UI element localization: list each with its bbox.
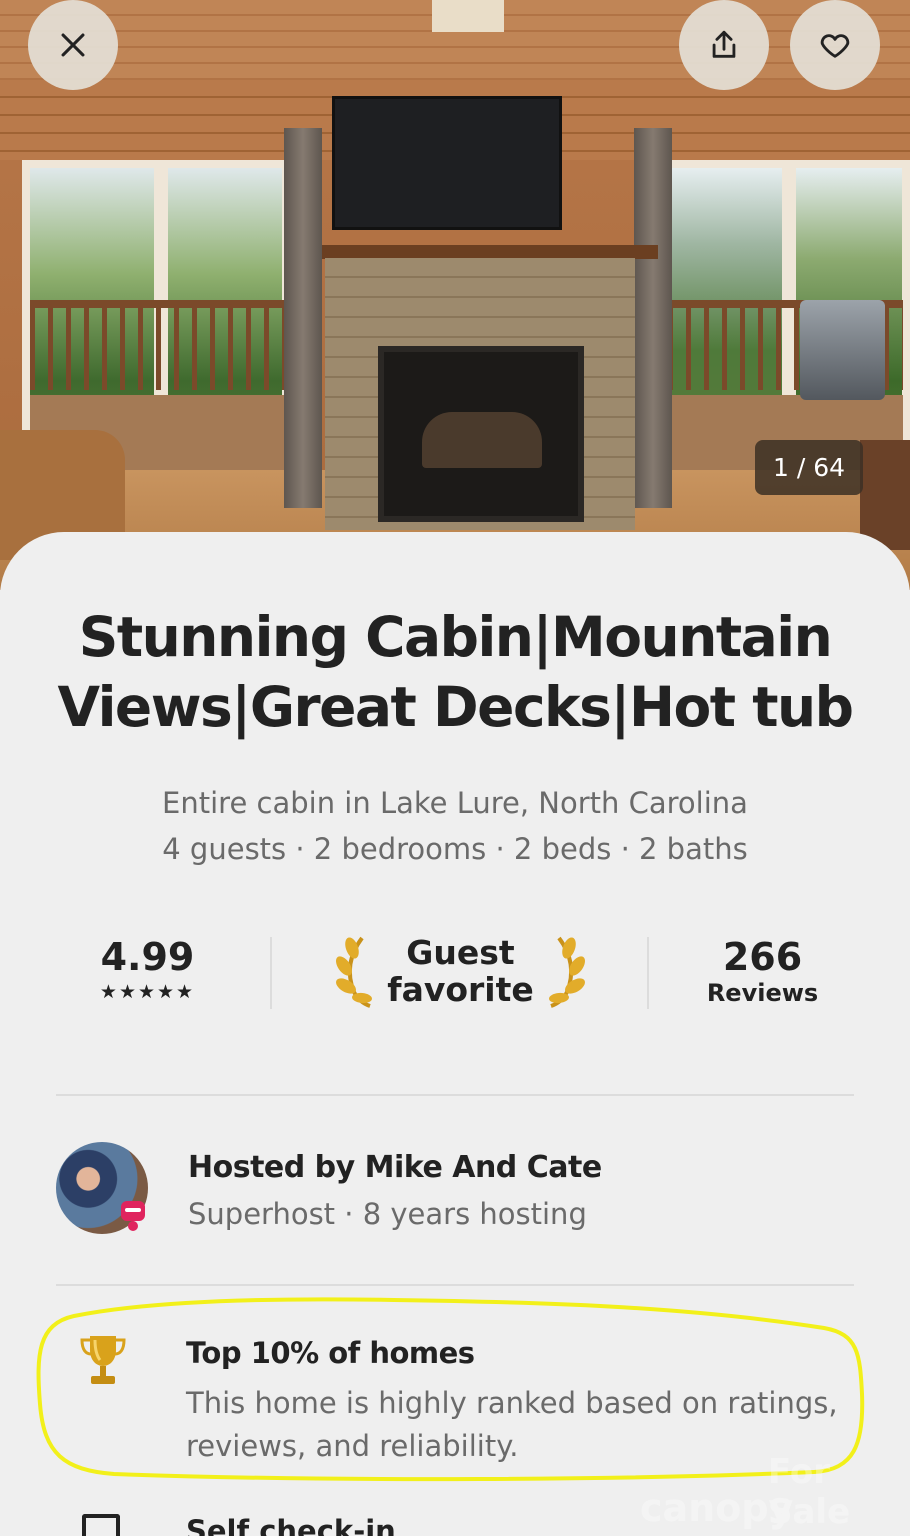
close-button[interactable]	[28, 0, 118, 90]
reviews-count: 266	[722, 935, 803, 979]
laurel-icon	[336, 936, 372, 1008]
photo-antler-decor	[432, 0, 504, 32]
host-name: Hosted by Mike And Cate	[188, 1150, 602, 1185]
close-icon	[61, 33, 85, 57]
highlight-title: Self check-in	[186, 1514, 396, 1536]
listing-photo[interactable]: 1 / 64	[0, 0, 910, 590]
photo-curtain	[634, 128, 672, 508]
superhost-badge-icon	[121, 1201, 145, 1231]
share-icon	[712, 30, 736, 58]
reviews-label: Reviews	[706, 979, 819, 1007]
listing-location: Entire cabin in Lake Lure, North Carolin…	[162, 786, 748, 820]
guest-favorite-line2: favorite	[387, 970, 534, 1009]
divider	[647, 937, 649, 1009]
reviews-stat[interactable]: 266 Reviews	[690, 935, 835, 1007]
divider	[56, 1094, 854, 1096]
heart-icon	[820, 34, 850, 58]
photo-firebox	[378, 346, 584, 522]
favorite-button[interactable]	[790, 0, 880, 90]
guest-favorite-label: Guest favorite	[376, 934, 545, 1008]
listing-details-sheet: Stunning Cabin|Mountain Views|Great Deck…	[0, 532, 910, 1536]
watermark: For Sale canopy 2026	[640, 1452, 910, 1536]
watermark-line2: canopy 2026	[640, 1486, 794, 1536]
highlight-title: Top 10% of homes	[186, 1336, 475, 1370]
photo-deck-railing	[30, 300, 285, 390]
host-meta: Superhost · 8 years hosting	[188, 1197, 587, 1231]
divider	[56, 1284, 854, 1286]
listing-capacity: 4 guests · 2 bedrooms · 2 beds · 2 baths	[162, 832, 748, 866]
listing-stats[interactable]: 4.99 ★★★★★ Guest favorite 266 Reviews	[0, 927, 910, 1027]
door-icon	[82, 1514, 120, 1536]
guest-favorite-line1: Guest	[406, 933, 515, 972]
host-avatar[interactable]	[56, 1142, 148, 1234]
divider	[270, 937, 272, 1009]
photo-side-table	[860, 440, 910, 550]
photo-counter: 1 / 64	[755, 440, 863, 495]
rating-value: 4.99	[100, 935, 195, 979]
photo-tv	[332, 96, 562, 230]
trophy-icon	[80, 1336, 126, 1384]
guest-favorite-badge[interactable]: Guest favorite	[328, 932, 593, 1012]
share-button[interactable]	[679, 0, 769, 90]
photo-mantel	[322, 245, 658, 259]
photo-grill	[800, 300, 885, 400]
host-row[interactable]: Hosted by Mike And Cate Superhost · 8 ye…	[0, 1142, 910, 1242]
listing-title: Stunning Cabin|Mountain Views|Great Deck…	[57, 605, 854, 739]
rating-stat[interactable]: 4.99 ★★★★★	[80, 935, 215, 1003]
rating-stars-icon: ★★★★★	[99, 981, 196, 1003]
photo-curtain	[284, 128, 322, 508]
laurel-icon	[549, 936, 585, 1008]
